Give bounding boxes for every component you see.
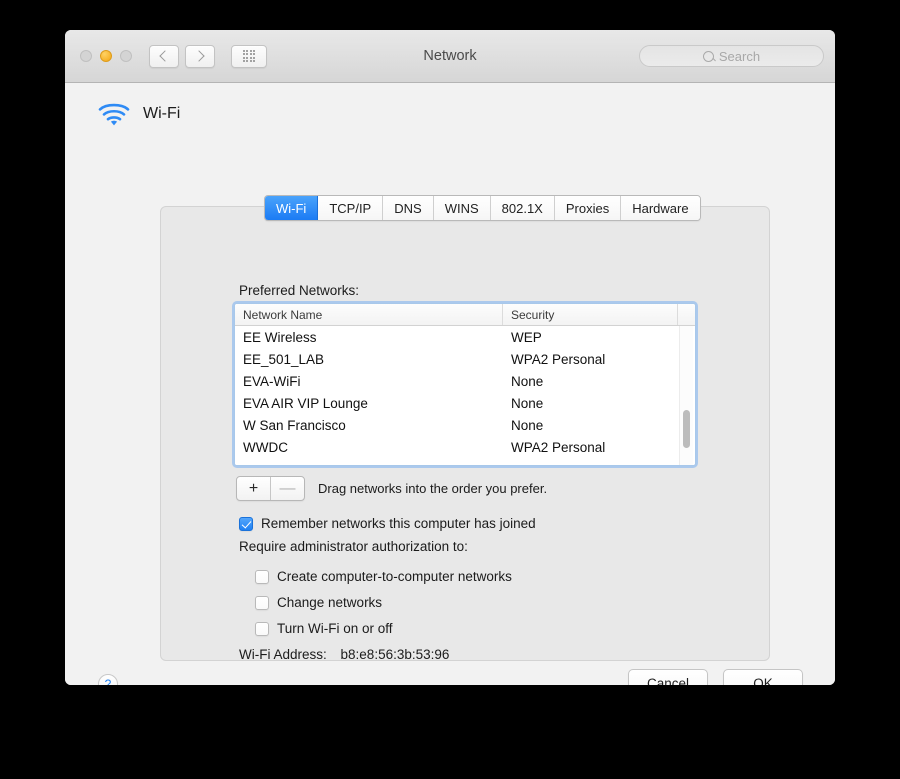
table-header-row: Network Name Security	[235, 304, 695, 326]
search-icon	[702, 50, 714, 62]
wifi-address-row: Wi-Fi Address: b8:e8:56:3b:53:96	[239, 647, 449, 662]
table-body: EE Wireless WEP EE_501_LAB WPA2 Personal…	[235, 326, 695, 465]
back-button[interactable]	[149, 44, 179, 68]
wifi-address-label: Wi-Fi Address:	[239, 647, 327, 662]
help-button[interactable]: ?	[98, 674, 118, 685]
network-preferences-window: Network Search Wi-Fi Preferred Networks:…	[65, 30, 835, 685]
show-all-button[interactable]	[231, 44, 267, 68]
scrollbar-thumb[interactable]	[683, 410, 690, 448]
tab-8021x[interactable]: 802.1X	[490, 196, 555, 220]
tab-wifi[interactable]: Wi-Fi	[265, 196, 319, 220]
zoom-button-icon[interactable]	[120, 50, 132, 62]
cell-security: None	[511, 395, 544, 411]
table-row[interactable]: EE Wireless WEP	[235, 326, 695, 348]
drag-hint-text: Drag networks into the order you prefer.	[318, 481, 548, 496]
admin-option-create-network-row[interactable]: Create computer-to-computer networks	[255, 569, 512, 584]
remove-network-button[interactable]: —	[271, 477, 304, 500]
column-header-network-name[interactable]: Network Name	[235, 304, 503, 325]
cell-security: None	[511, 373, 544, 389]
dialog-buttons: Cancel OK	[628, 669, 803, 685]
change-networks-label: Change networks	[277, 595, 383, 610]
table-row[interactable]: WWDC WPA2 Personal	[235, 436, 695, 458]
cell-network-name: EVA-WiFi	[243, 373, 301, 389]
search-field[interactable]: Search	[639, 45, 824, 67]
table-row[interactable]: EVA AIR VIP Lounge None	[235, 392, 695, 414]
admin-section-label: Require administrator authorization to:	[239, 539, 468, 554]
column-header-spacer	[678, 304, 695, 325]
table-row[interactable]: EE_501_LAB WPA2 Personal	[235, 348, 695, 370]
cell-security: WPA2 Personal	[511, 351, 606, 367]
remember-networks-checkbox[interactable]	[239, 516, 253, 531]
preferred-networks-table[interactable]: Network Name Security EE Wireless WEP EE…	[234, 303, 696, 466]
traffic-light-group	[80, 50, 132, 62]
cell-network-name: EE_501_LAB	[243, 351, 325, 367]
create-network-checkbox[interactable]	[255, 569, 269, 584]
tab-tcpip[interactable]: TCP/IP	[318, 196, 384, 220]
table-row[interactable]: EVA-WiFi None	[235, 370, 695, 392]
service-header: Wi-Fi	[65, 83, 835, 127]
preferences-body: Wi-Fi Preferred Networks: Network Name S…	[65, 83, 835, 685]
create-network-label: Create computer-to-computer networks	[277, 569, 512, 584]
table-scrollbar[interactable]	[679, 326, 693, 465]
cancel-button[interactable]: Cancel	[628, 669, 708, 685]
cell-network-name: W San Francisco	[243, 417, 346, 433]
chevron-left-icon	[159, 50, 171, 62]
wifi-icon	[97, 101, 131, 127]
add-network-button[interactable]: +	[237, 477, 271, 500]
tab-wins[interactable]: WINS	[433, 196, 491, 220]
cell-network-name: EVA AIR VIP Lounge	[243, 395, 368, 411]
table-row[interactable]: W San Francisco None	[235, 414, 695, 436]
list-controls: + — Drag networks into the order you pre…	[236, 476, 547, 501]
tab-dns[interactable]: DNS	[383, 196, 434, 220]
admin-option-toggle-wifi-row[interactable]: Turn Wi-Fi on or off	[255, 621, 393, 636]
search-placeholder: Search	[718, 48, 761, 64]
window-titlebar: Network Search	[65, 30, 835, 83]
cell-security: WPA2 Personal	[511, 439, 606, 455]
add-remove-group: + —	[236, 476, 305, 501]
service-name: Wi-Fi	[143, 105, 181, 122]
preferred-networks-label: Preferred Networks:	[239, 283, 360, 298]
toggle-wifi-label: Turn Wi-Fi on or off	[277, 621, 393, 636]
toggle-wifi-checkbox[interactable]	[255, 621, 269, 636]
change-networks-checkbox[interactable]	[255, 595, 269, 610]
admin-option-change-networks-row[interactable]: Change networks	[255, 595, 382, 610]
remember-networks-checkbox-row[interactable]: Remember networks this computer has join…	[239, 516, 536, 531]
forward-button[interactable]	[185, 44, 215, 68]
ok-button[interactable]: OK	[723, 669, 803, 685]
cell-security: WEP	[511, 329, 542, 345]
remember-networks-label: Remember networks this computer has join…	[261, 516, 536, 531]
grid-dots-icon	[242, 49, 256, 63]
tab-proxies[interactable]: Proxies	[554, 196, 622, 220]
minimize-button-icon[interactable]	[100, 50, 112, 62]
close-button-icon[interactable]	[80, 50, 92, 62]
tab-hardware[interactable]: Hardware	[621, 196, 700, 220]
cell-network-name: WWDC	[243, 439, 288, 455]
tab-content-panel: Preferred Networks: Network Name Securit…	[160, 206, 770, 662]
wifi-address-value: b8:e8:56:3b:53:96	[340, 647, 450, 662]
settings-tabbar: Wi-Fi TCP/IP DNS WINS 802.1X Proxies Har…	[264, 195, 701, 221]
screen: Network Search Wi-Fi Preferred Networks:…	[0, 0, 900, 779]
cell-security: None	[511, 417, 544, 433]
cell-network-name: EE Wireless	[243, 329, 317, 345]
chevron-right-icon	[193, 50, 205, 62]
column-header-security[interactable]: Security	[503, 304, 678, 325]
navigation-buttons	[149, 44, 215, 68]
